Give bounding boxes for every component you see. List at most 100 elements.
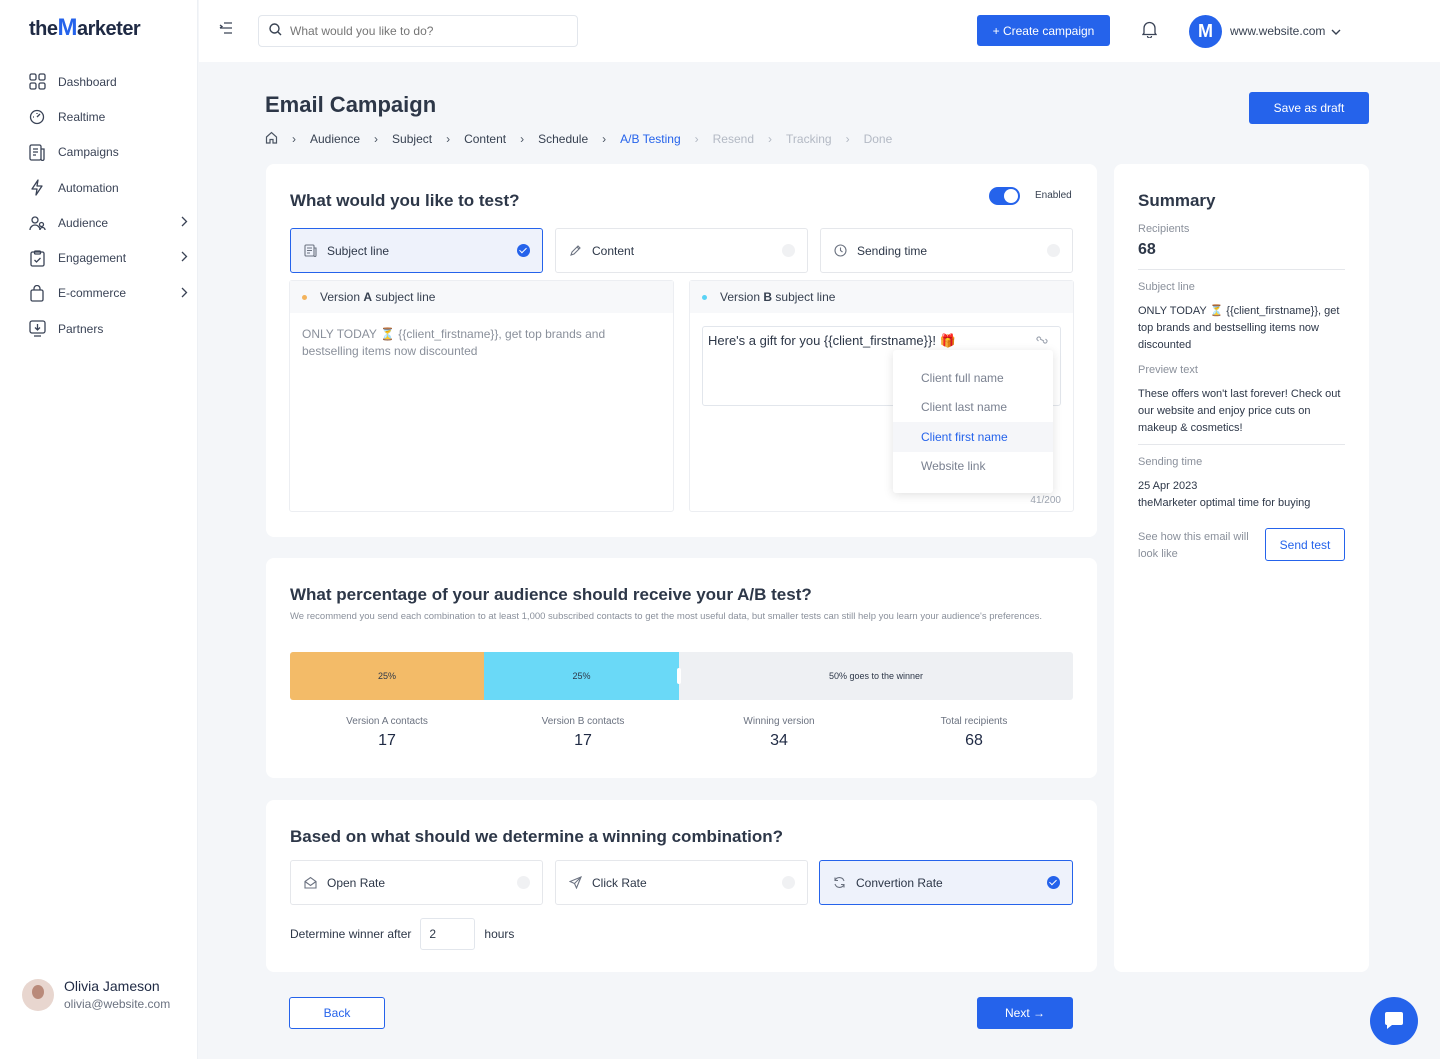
stat-value: 68 xyxy=(965,732,983,749)
split-drag-handle[interactable] xyxy=(677,668,681,684)
summary-panel: Summary Recipients 68 Subject line ONLY … xyxy=(1114,164,1369,972)
option-label: Subject line xyxy=(327,243,390,258)
chevron-down-icon xyxy=(1331,24,1341,38)
version-a-prefix: Version xyxy=(320,290,361,304)
option-label: Click Rate xyxy=(592,875,647,890)
recipients-label: Recipients xyxy=(1138,223,1190,235)
menu-collapse-icon[interactable] xyxy=(219,22,233,37)
version-a-suffix: subject line xyxy=(375,290,436,304)
bell-icon[interactable] xyxy=(1141,21,1158,41)
breadcrumb-content[interactable]: Content xyxy=(464,132,506,146)
option-conversion-rate[interactable]: Convertion Rate xyxy=(819,860,1073,905)
chevron-right-icon xyxy=(181,251,188,265)
sidebar-item-label: Dashboard xyxy=(58,74,117,89)
radio-button xyxy=(782,244,795,257)
dropdown-item-website-link[interactable]: Website link xyxy=(893,452,1053,482)
home-icon[interactable] xyxy=(265,131,278,147)
sidebar-item-partners[interactable]: Partners xyxy=(28,311,190,346)
envelope-open-icon xyxy=(303,876,317,890)
chevron-right-icon xyxy=(181,216,188,230)
option-sending-time[interactable]: Sending time xyxy=(820,228,1073,273)
user-profile[interactable]: Olivia Jameson olivia@website.com xyxy=(22,978,170,1011)
version-a-header: Version A subject line xyxy=(290,281,673,313)
user-name: Olivia Jameson xyxy=(64,978,160,994)
sidebar-item-ecommerce[interactable]: E-commerce xyxy=(28,276,190,311)
link-icon[interactable] xyxy=(1036,333,1048,348)
check-icon xyxy=(517,244,530,257)
version-a-dot xyxy=(302,294,307,300)
partners-icon xyxy=(28,320,46,338)
character-count: 41/200 xyxy=(1030,495,1061,506)
stat-label: Total recipients xyxy=(940,716,1008,727)
logo-suffix: arketer xyxy=(77,18,141,40)
winner-criteria-title: Based on what should we determine a winn… xyxy=(290,827,784,846)
next-button[interactable]: Next → xyxy=(977,997,1073,1029)
option-click-rate[interactable]: Click Rate xyxy=(555,860,808,905)
sidebar-item-campaigns[interactable]: Campaigns xyxy=(28,135,190,170)
search-box[interactable] xyxy=(258,15,578,47)
breadcrumb-separator: › xyxy=(602,132,607,146)
brand-logo[interactable]: theMarketer xyxy=(29,14,141,42)
breadcrumb-audience[interactable]: Audience xyxy=(310,132,360,146)
breadcrumb-separator: › xyxy=(694,132,699,146)
sidebar-item-audience[interactable]: Audience xyxy=(28,205,190,240)
determine-label: Determine winner after xyxy=(290,927,412,941)
stat-value: 34 xyxy=(770,732,788,749)
sidebar-item-label: Automation xyxy=(58,180,119,195)
sidebar-item-engagement[interactable]: Engagement xyxy=(28,240,190,275)
site-logo[interactable]: M xyxy=(1189,15,1222,48)
dropdown-item-full-name[interactable]: Client full name xyxy=(893,363,1053,393)
option-content[interactable]: Content xyxy=(555,228,808,273)
sidebar-item-label: Realtime xyxy=(58,109,106,124)
send-test-note: See how this email will look like xyxy=(1138,531,1249,560)
sidebar-item-automation[interactable]: Automation xyxy=(28,170,190,205)
audience-split-bar[interactable]: 25% 25% 50% goes to the winner xyxy=(290,652,1073,700)
dropdown-item-last-name[interactable]: Client last name xyxy=(893,393,1053,423)
segment-winner: 50% goes to the winner xyxy=(828,671,924,681)
breadcrumb-resend: Resend xyxy=(712,132,755,146)
option-label: Convertion Rate xyxy=(856,875,943,890)
preview-label: Preview text xyxy=(1138,364,1198,376)
option-subject-line[interactable]: Subject line xyxy=(290,228,543,273)
stat-total-recipients: Total recipients 68 xyxy=(876,716,1072,750)
gauge-icon xyxy=(28,108,46,126)
breadcrumb-schedule[interactable]: Schedule xyxy=(538,132,588,146)
search-input[interactable] xyxy=(290,24,560,38)
send-test-button[interactable]: Send test xyxy=(1265,528,1345,561)
sidebar-item-realtime[interactable]: Realtime xyxy=(28,99,190,134)
sending-time-label: Sending time xyxy=(1138,456,1203,468)
breadcrumb-subject[interactable]: Subject xyxy=(392,132,432,146)
version-a-panel: Version A subject line ONLY TODAY ⏳ {{cl… xyxy=(289,280,674,512)
breadcrumb-ab-testing[interactable]: A/B Testing xyxy=(620,132,680,146)
avatar xyxy=(22,978,54,1011)
winner-criteria-card: Based on what should we determine a winn… xyxy=(266,800,1097,972)
chevron-right-icon xyxy=(181,287,188,301)
document-icon xyxy=(28,143,46,161)
toggle-label: Enabled xyxy=(1035,190,1072,201)
option-open-rate[interactable]: Open Rate xyxy=(290,860,543,905)
version-a-subject-text[interactable]: ONLY TODAY ⏳ {{client_firstname}}, get t… xyxy=(290,313,673,373)
stat-value: 17 xyxy=(574,732,592,749)
percentage-card: What percentage of your audience should … xyxy=(266,558,1097,778)
option-label: Content xyxy=(592,243,635,258)
breadcrumb-separator: › xyxy=(845,132,850,146)
site-selector[interactable]: www.website.com xyxy=(1230,24,1341,38)
sending-note: theMarketer optimal time for buying xyxy=(1138,497,1311,509)
save-draft-button[interactable]: Save as draft xyxy=(1249,92,1369,124)
breadcrumb-separator: › xyxy=(446,132,451,146)
breadcrumb-separator: › xyxy=(520,132,525,146)
dropdown-item-first-name[interactable]: Client first name xyxy=(893,422,1053,452)
segment-version-a: 25% xyxy=(290,652,484,700)
top-header: + Create campaign M www.website.com xyxy=(199,0,1440,62)
recipients-value: 68 xyxy=(1138,241,1156,258)
create-campaign-button[interactable]: + Create campaign xyxy=(977,15,1110,46)
sidebar-item-dashboard[interactable]: Dashboard xyxy=(28,64,190,99)
back-button[interactable]: Back xyxy=(289,997,385,1029)
determine-winner-row: Determine winner after hours xyxy=(290,918,514,950)
hours-input[interactable] xyxy=(420,918,476,950)
sidebar-item-label: E-commerce xyxy=(58,286,127,301)
stat-value: 17 xyxy=(378,732,396,749)
chat-icon[interactable] xyxy=(1370,997,1418,1045)
sidebar-item-label: Partners xyxy=(58,321,104,336)
ab-test-toggle[interactable] xyxy=(989,187,1020,205)
